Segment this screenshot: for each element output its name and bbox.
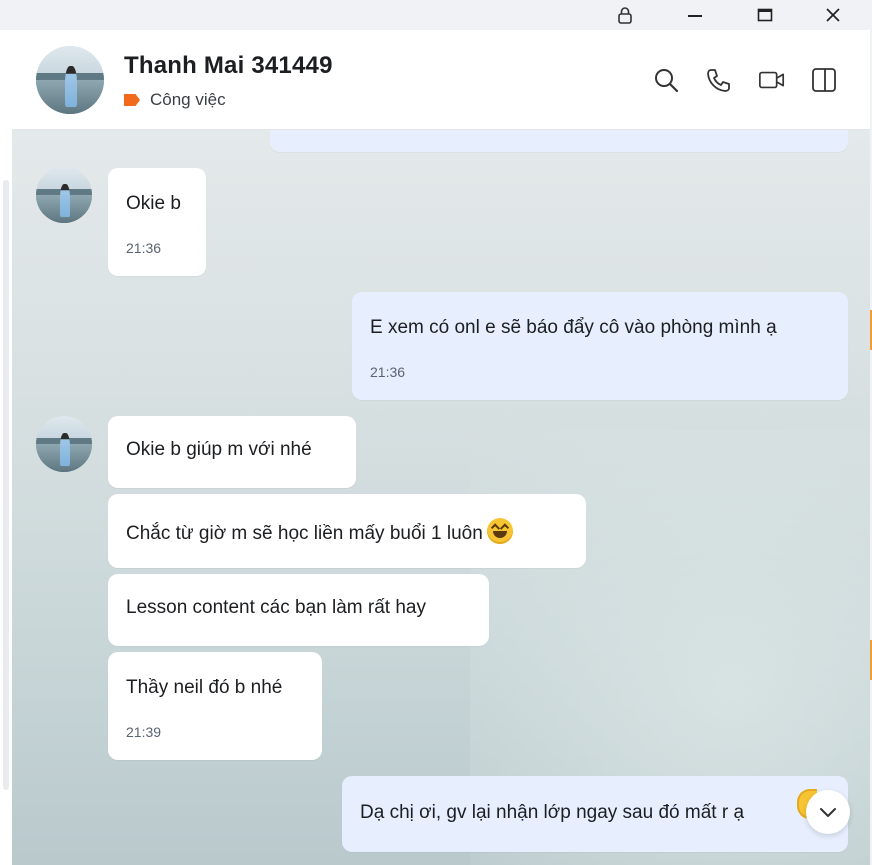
message-text: Thầy neil đó b nhé bbox=[126, 677, 283, 698]
phone-icon[interactable] bbox=[704, 66, 732, 94]
message-time: 21:36 bbox=[126, 240, 162, 256]
message-bubble[interactable]: Lesson content các bạn làm rất hay bbox=[108, 574, 489, 646]
message-time: 21:36 bbox=[370, 364, 406, 380]
message-text: Okie b bbox=[126, 193, 181, 214]
message-bubble[interactable]: E xem có onl e sẽ báo đẩy cô vào phòng m… bbox=[352, 292, 848, 400]
message-bubble[interactable]: Chắc từ giờ m sẽ học liền mấy buổi 1 luô… bbox=[108, 494, 586, 568]
video-call-icon[interactable] bbox=[758, 66, 786, 94]
minimize-button[interactable] bbox=[672, 0, 718, 30]
avatar[interactable] bbox=[36, 416, 92, 472]
side-panel-icon[interactable] bbox=[810, 66, 838, 94]
message-bubble-partial[interactable] bbox=[270, 130, 848, 152]
scroll-to-bottom-button[interactable] bbox=[806, 790, 850, 834]
message-bubble[interactable]: Thầy neil đó b nhé 21:39 bbox=[108, 652, 322, 760]
message-text: Okie b giúp m với nhé bbox=[126, 439, 312, 460]
tag-label: Công việc bbox=[150, 90, 226, 109]
maximize-button[interactable] bbox=[742, 0, 788, 30]
close-button[interactable] bbox=[810, 0, 856, 30]
message-list[interactable]: Okie b 21:36 E xem có onl e sẽ báo đẩy c… bbox=[12, 130, 870, 865]
chevron-down-icon bbox=[820, 808, 836, 817]
tag-icon bbox=[124, 94, 140, 106]
lock-icon[interactable] bbox=[602, 0, 648, 30]
avatar[interactable] bbox=[36, 167, 92, 223]
contact-name[interactable]: Thanh Mai 341449 bbox=[124, 52, 333, 80]
chat-header: Thanh Mai 341449 Công việc bbox=[12, 30, 870, 130]
chat-window: Thanh Mai 341449 Công việc Okie b 21:36 bbox=[0, 0, 872, 865]
message-text: E xem có onl e sẽ báo đẩy cô vào phòng m… bbox=[370, 317, 777, 338]
contact-tag[interactable]: Công việc bbox=[124, 90, 226, 110]
message-time: 21:39 bbox=[126, 724, 162, 740]
message-bubble[interactable]: Okie b 21:36 bbox=[108, 168, 206, 276]
avatar[interactable] bbox=[36, 46, 104, 114]
message-text: Lesson content các bạn làm rất hay bbox=[126, 597, 426, 618]
message-bubble[interactable]: Okie b giúp m với nhé bbox=[108, 416, 356, 488]
background-scrollbar bbox=[3, 180, 9, 790]
search-icon[interactable] bbox=[652, 66, 680, 94]
message-text: Chắc từ giờ m sẽ học liền mấy buổi 1 luô… bbox=[126, 523, 483, 544]
message-bubble[interactable]: Dạ chị ơi, gv lại nhận lớp ngay sau đó m… bbox=[342, 776, 848, 852]
title-bar bbox=[0, 0, 872, 30]
message-text: Dạ chị ơi, gv lại nhận lớp ngay sau đó m… bbox=[360, 802, 745, 823]
laughing-emoji-icon bbox=[486, 518, 513, 544]
